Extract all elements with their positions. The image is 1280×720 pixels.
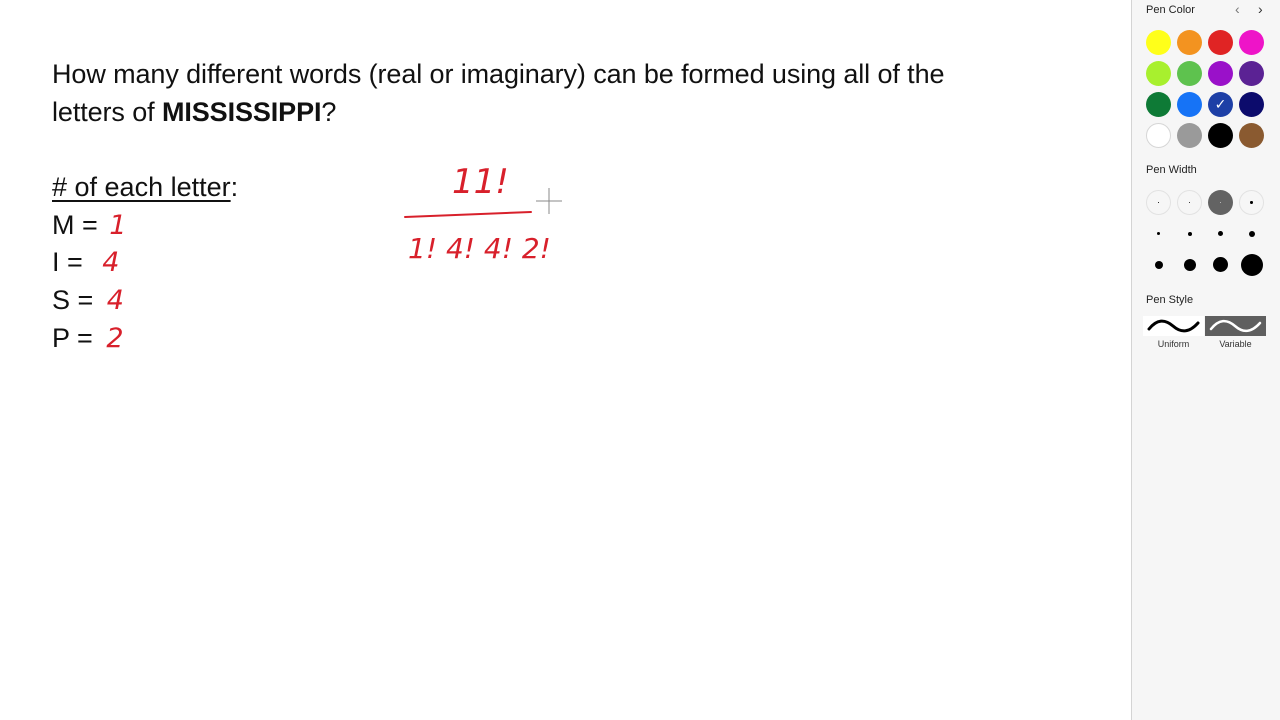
pen-width-option[interactable] [1177, 221, 1202, 246]
style-uniform-label: Uniform [1157, 339, 1190, 349]
width-dot-icon [1157, 232, 1160, 235]
pen-width-title: Pen Width [1146, 164, 1197, 176]
color-swatch[interactable] [1146, 61, 1171, 86]
variable-stroke-icon [1209, 319, 1262, 333]
color-swatch[interactable] [1239, 61, 1264, 86]
pen-width-option[interactable] [1208, 252, 1233, 277]
chevron-right-icon[interactable]: › [1258, 1, 1263, 17]
fraction-bar [404, 211, 532, 218]
chevron-left-icon[interactable]: ‹ [1235, 1, 1240, 17]
color-swatch[interactable] [1146, 30, 1171, 55]
style-variable-button[interactable] [1205, 316, 1266, 336]
fraction-numerator: 11! [452, 162, 509, 202]
width-dot-icon [1188, 201, 1191, 204]
fraction-denominator: 1! 4! 4! 2! [408, 232, 551, 265]
width-dot-icon [1218, 231, 1223, 236]
width-dot-icon [1213, 257, 1228, 272]
color-swatch[interactable] [1239, 92, 1264, 117]
style-variable-label: Variable [1219, 339, 1252, 349]
pen-width-option[interactable] [1177, 190, 1202, 215]
color-swatch[interactable] [1239, 30, 1264, 55]
pen-width-option[interactable] [1146, 252, 1171, 277]
color-swatch[interactable] [1177, 61, 1202, 86]
pen-color-title: Pen Color [1146, 4, 1195, 16]
pen-width-option[interactable] [1208, 221, 1233, 246]
color-swatch[interactable] [1208, 92, 1233, 117]
width-dot-icon [1219, 201, 1222, 204]
width-dot-icon [1250, 201, 1253, 204]
color-swatch[interactable] [1177, 30, 1202, 55]
width-dot-icon [1183, 258, 1196, 271]
style-uniform-button[interactable] [1143, 316, 1204, 336]
pen-width-option[interactable] [1177, 252, 1202, 277]
color-swatch[interactable] [1208, 61, 1233, 86]
color-swatch[interactable] [1208, 123, 1233, 148]
handwritten-fraction: 11! 1! 4! 4! 2! [404, 162, 551, 265]
pen-width-option[interactable] [1208, 190, 1233, 215]
color-swatch[interactable] [1177, 123, 1202, 148]
uniform-stroke-icon [1147, 319, 1200, 333]
pen-width-option[interactable] [1239, 190, 1264, 215]
pen-style-title: Pen Style [1146, 294, 1194, 306]
drawing-canvas[interactable]: How many different words (real or imagin… [0, 0, 1131, 720]
pen-settings-panel: Pen Color ‹ › Pen Width Pen Style Unifor… [1131, 0, 1280, 720]
color-swatch[interactable] [1208, 30, 1233, 55]
crosshair-cursor-icon [536, 188, 562, 214]
width-dot-icon [1240, 253, 1263, 276]
pen-width-option[interactable] [1239, 252, 1264, 277]
width-dot-icon [1187, 231, 1192, 236]
pen-width-option[interactable] [1239, 221, 1264, 246]
width-dot-icon [1248, 230, 1255, 237]
width-dot-icon [1158, 202, 1159, 203]
color-swatch[interactable] [1239, 123, 1264, 148]
color-swatch[interactable] [1146, 92, 1171, 117]
color-swatch[interactable] [1146, 123, 1171, 148]
pen-width-option[interactable] [1146, 190, 1171, 215]
pen-width-option[interactable] [1146, 221, 1171, 246]
width-dot-icon [1154, 260, 1163, 269]
color-swatch[interactable] [1177, 92, 1202, 117]
